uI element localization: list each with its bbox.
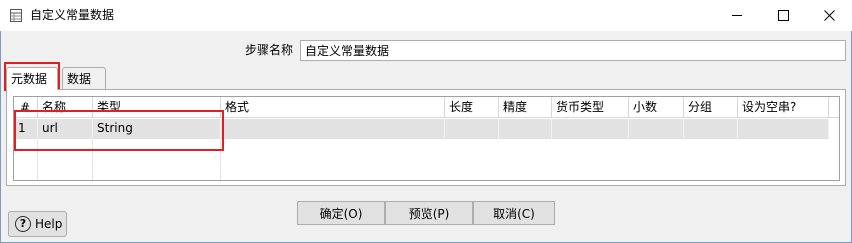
cancel-button[interactable]: 取消(C): [473, 201, 555, 225]
fields-table: ^ # 名称 类型 格式 长度 精度 货币类型 小数 分组 设为空串? 1 ur…: [13, 96, 840, 181]
tab-data[interactable]: 数据: [62, 67, 106, 89]
column-header-number[interactable]: ^ #: [14, 97, 38, 117]
minimize-button[interactable]: [714, 0, 760, 31]
column-header-type[interactable]: 类型: [93, 97, 221, 117]
step-name-input[interactable]: [300, 40, 846, 61]
cell-number: 1: [14, 119, 38, 139]
cell-name[interactable]: url: [38, 119, 93, 139]
close-icon: [823, 10, 835, 21]
column-divider: [220, 139, 221, 180]
column-header-group[interactable]: 分组: [684, 97, 738, 117]
preview-button[interactable]: 预览(P): [385, 201, 473, 225]
column-header-precision[interactable]: 精度: [499, 97, 552, 117]
cell-decimal[interactable]: [629, 119, 684, 139]
table-row[interactable]: 1 url String: [14, 119, 829, 139]
minimize-icon: [731, 15, 742, 16]
ok-button[interactable]: 确定(O): [297, 201, 385, 225]
window-title: 自定义常量数据: [30, 8, 115, 22]
help-button[interactable]: ? Help: [8, 211, 67, 237]
help-label: Help: [35, 217, 63, 231]
column-header-label: #: [20, 101, 31, 115]
column-header-empty-string[interactable]: 设为空串?: [738, 97, 829, 117]
cell-length[interactable]: [445, 119, 499, 139]
column-header-length[interactable]: 长度: [445, 97, 499, 117]
column-divider: [37, 139, 38, 180]
cell-format[interactable]: [221, 119, 445, 139]
help-icon: ?: [15, 216, 31, 232]
cell-type[interactable]: String: [93, 119, 221, 139]
tab-metadata[interactable]: 元数据: [6, 67, 58, 90]
column-header-name[interactable]: 名称: [38, 97, 93, 117]
column-header-format[interactable]: 格式: [221, 97, 445, 117]
table-icon: [10, 9, 22, 22]
title-bar: 自定义常量数据: [0, 0, 852, 31]
column-header-decimal[interactable]: 小数: [629, 97, 684, 117]
maximize-icon: [777, 10, 789, 21]
step-name-label: 步骤名称: [245, 43, 294, 57]
close-button[interactable]: [806, 0, 852, 31]
cell-precision[interactable]: [499, 119, 552, 139]
cell-currency[interactable]: [552, 119, 629, 139]
maximize-button[interactable]: [760, 0, 806, 31]
column-divider: [92, 139, 93, 180]
table-header: ^ # 名称 类型 格式 长度 精度 货币类型 小数 分组 设为空串?: [14, 97, 839, 118]
cell-empty-string[interactable]: [738, 119, 829, 139]
tab-panel: ^ # 名称 类型 格式 长度 精度 货币类型 小数 分组 设为空串? 1 ur…: [6, 89, 846, 186]
cell-group[interactable]: [684, 119, 738, 139]
column-header-currency[interactable]: 货币类型: [552, 97, 629, 117]
